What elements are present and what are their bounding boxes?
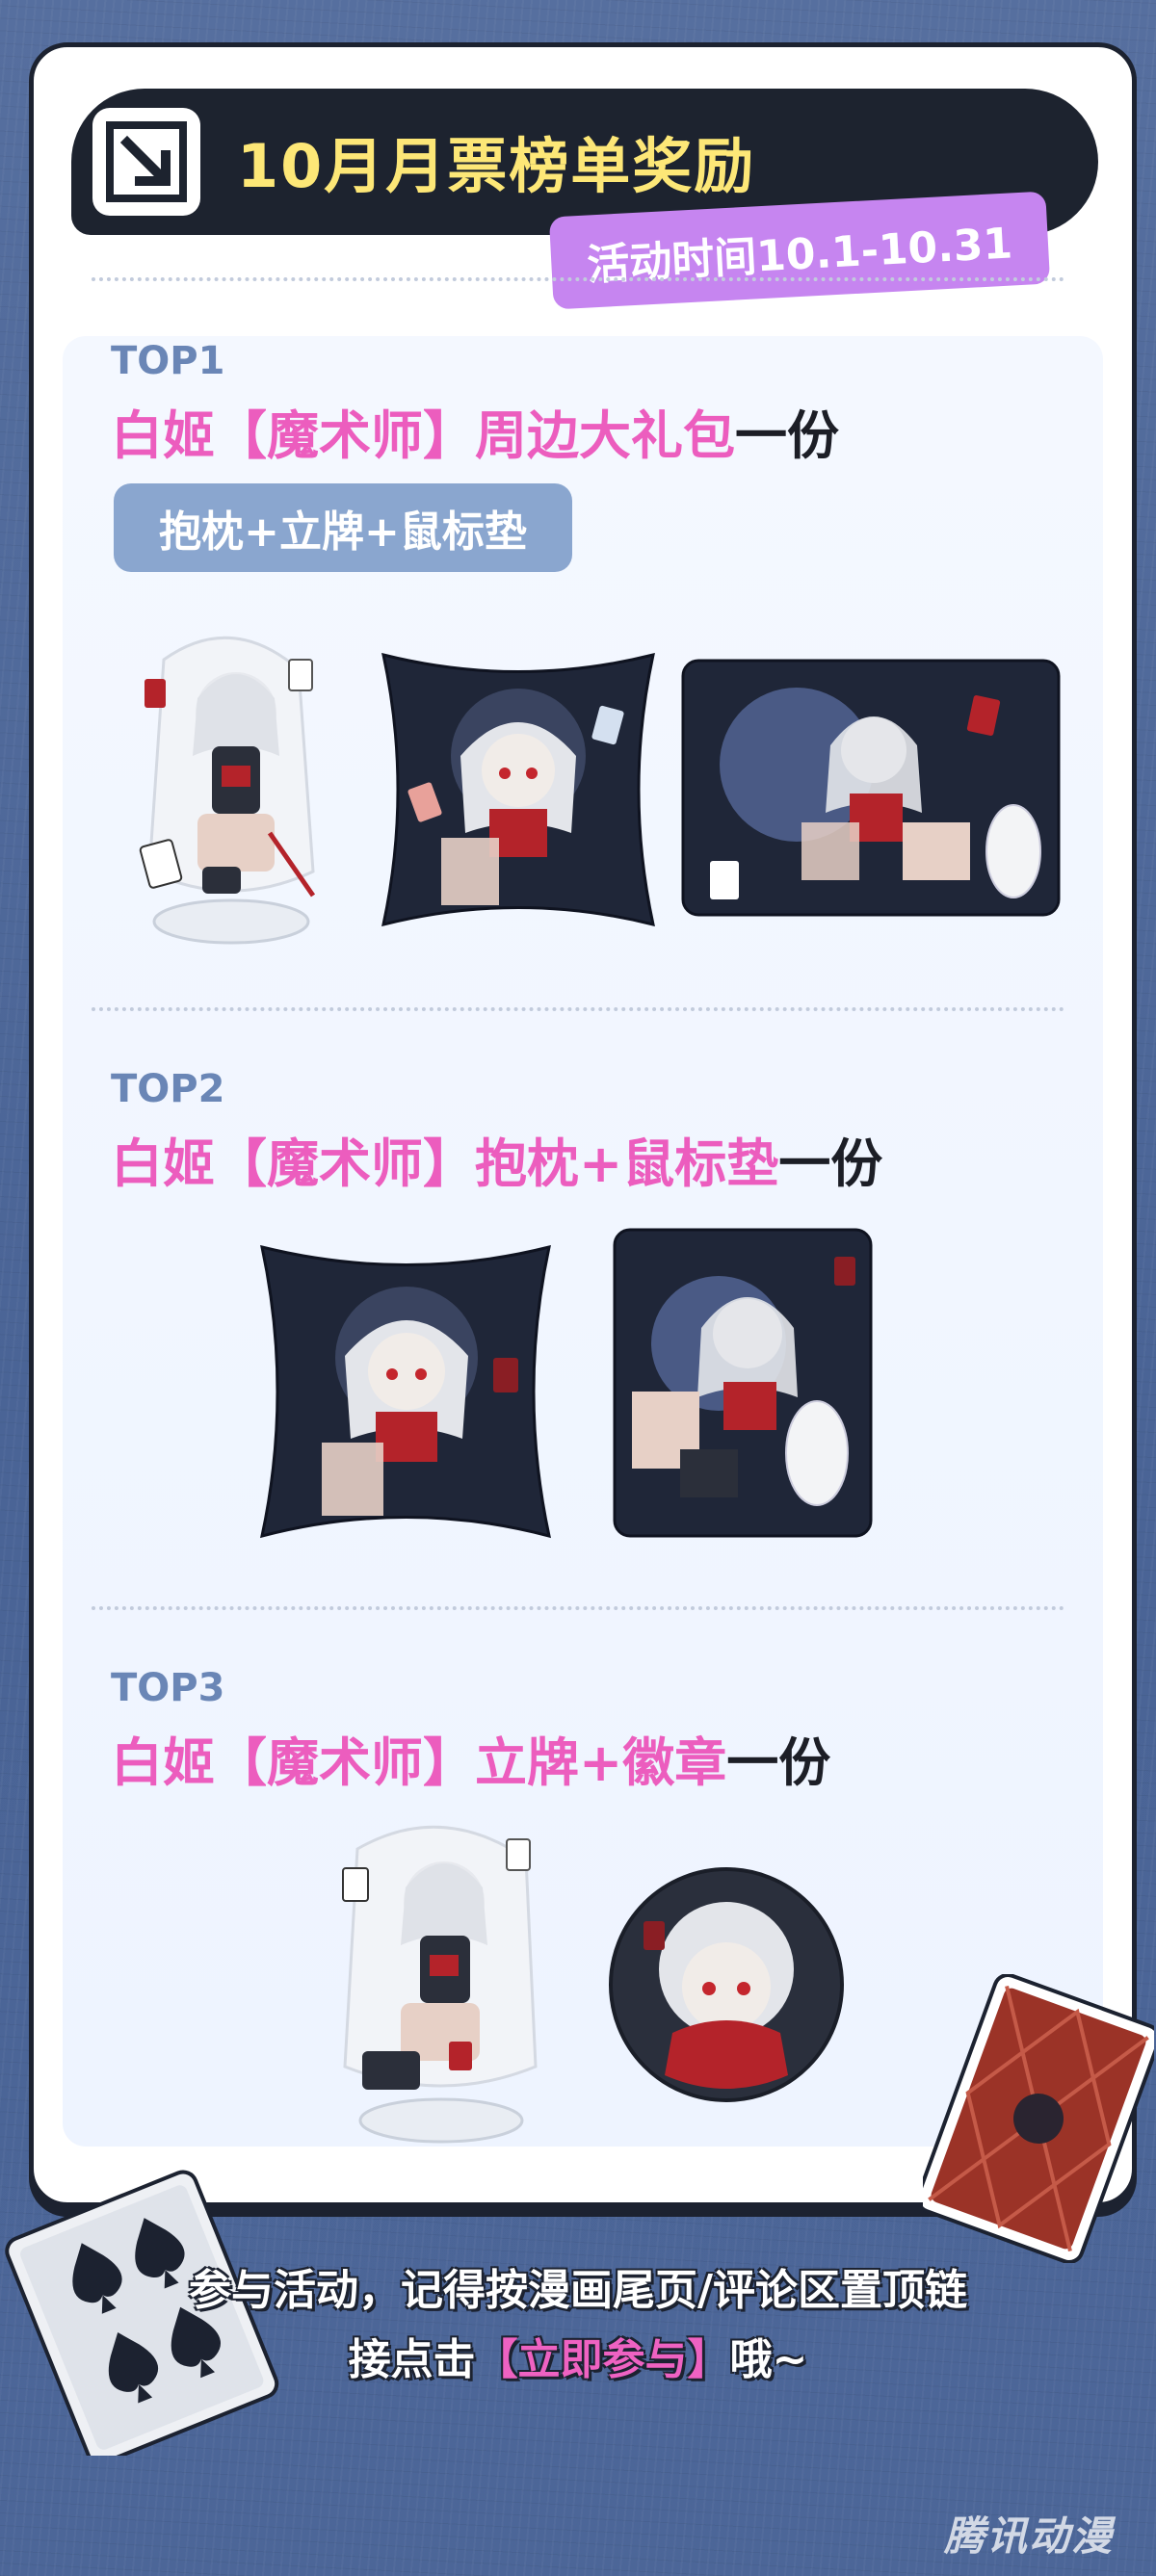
reward-suffix: 一份 (778, 1133, 883, 1194)
footer-line-1: 参与活动，记得按漫画尾页/评论区置顶链 (188, 2266, 968, 2315)
footer-line-2: 接点击【立即参与】哦~ (0, 2325, 1156, 2386)
reward-panel-inner (63, 336, 1103, 2147)
pillow-image (381, 652, 655, 927)
reward-highlight: 白姬【魔术师】抱枕+鼠标垫 (111, 1133, 779, 1194)
reward-highlight: 白姬【魔术师】立牌+徽章 (111, 1732, 727, 1793)
tier-rank-top3: TOP3 (111, 1666, 225, 1710)
reward-suffix: 一份 (726, 1732, 831, 1793)
playing-card-diamonds-image (923, 1974, 1154, 2263)
tier-reward-top2: 白姬【魔术师】抱枕+鼠标垫一份 (111, 1121, 882, 1197)
divider (92, 1007, 1064, 1011)
pillow-image (260, 1244, 551, 1539)
items-pill: 抱枕+立牌+鼠标垫 (114, 483, 572, 572)
reward-suffix: 一份 (735, 405, 839, 466)
divider (92, 277, 1064, 281)
tier-rank-top2: TOP2 (111, 1067, 225, 1111)
mouse-pad-image (613, 1228, 873, 1538)
mouse-pad-image (681, 659, 1061, 917)
acrylic-stand-image (342, 1825, 538, 2144)
footer-suffix: 哦~ (729, 2335, 808, 2384)
tier-reward-top3: 白姬【魔术师】立牌+徽章一份 (111, 1720, 830, 1796)
watermark-logo: 腾讯动漫 (944, 2512, 1115, 2560)
badge-image (609, 1867, 844, 2102)
items-label: 抱枕+立牌+鼠标垫 (159, 507, 527, 557)
reward-highlight: 白姬【魔术师】周边大礼包 (111, 405, 735, 466)
footer-prefix: 接点击 (348, 2335, 476, 2384)
arrow-down-right-icon (92, 108, 200, 216)
tier-rank-top1: TOP1 (111, 339, 225, 383)
acrylic-stand-image (139, 636, 316, 945)
join-now-link[interactable]: 【立即参与】 (476, 2335, 730, 2384)
page-title: 10月月票榜单奖励 (237, 131, 756, 201)
tier-reward-top1: 白姬【魔术师】周边大礼包一份 (111, 393, 839, 469)
divider (92, 1606, 1064, 1610)
